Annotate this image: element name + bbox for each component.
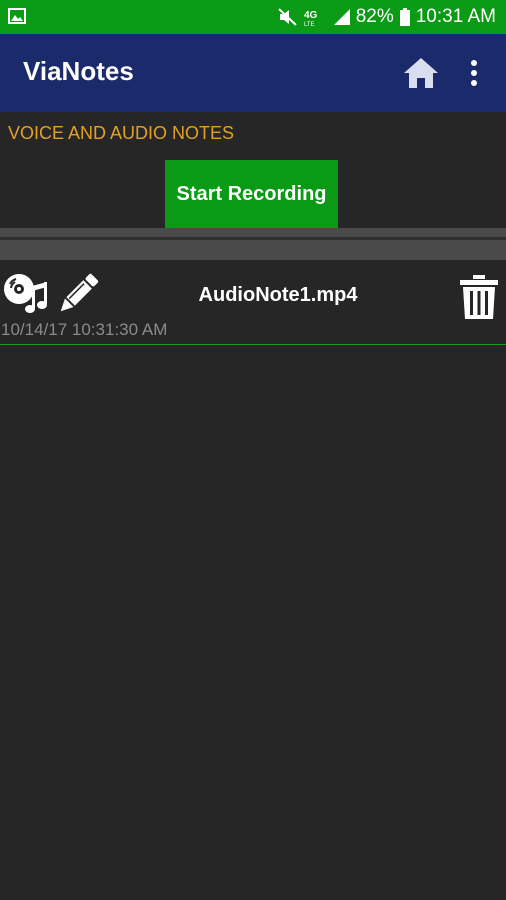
svg-text:LTE: LTE bbox=[304, 22, 315, 26]
mute-icon bbox=[278, 8, 298, 26]
list-item[interactable]: AudioNote1.mp4 10/14/17 10:31:30 AM bbox=[0, 266, 506, 345]
clock: 10:31 AM bbox=[415, 6, 496, 27]
more-options-icon[interactable] bbox=[464, 56, 484, 90]
gallery-notification-icon bbox=[8, 8, 26, 24]
home-icon[interactable] bbox=[403, 56, 439, 90]
note-filename: AudioNote1.mp4 bbox=[198, 284, 358, 306]
app-title: ViaNotes bbox=[23, 56, 134, 86]
list-header-divider bbox=[0, 228, 506, 260]
network-icon: 4G LTE bbox=[304, 8, 328, 26]
app-bar: ViaNotes bbox=[0, 34, 506, 112]
audio-cd-note-icon[interactable] bbox=[2, 272, 50, 316]
trash-icon[interactable] bbox=[458, 274, 500, 320]
pencil-icon[interactable] bbox=[54, 272, 100, 318]
divider-stripe bbox=[0, 237, 506, 240]
status-bar: 4G LTE 82% 10:31 AM bbox=[0, 0, 506, 34]
battery-percent: 82% bbox=[355, 6, 394, 27]
status-icons: 4G LTE 82% 10:31 AM bbox=[278, 0, 496, 34]
svg-text:4G: 4G bbox=[304, 10, 318, 21]
section-title: VOICE AND AUDIO NOTES bbox=[8, 123, 235, 143]
battery-icon bbox=[399, 8, 410, 26]
signal-icon bbox=[333, 9, 350, 25]
start-recording-button[interactable]: Start Recording bbox=[165, 160, 338, 228]
note-timestamp: 10/14/17 10:31:30 AM bbox=[1, 320, 168, 339]
